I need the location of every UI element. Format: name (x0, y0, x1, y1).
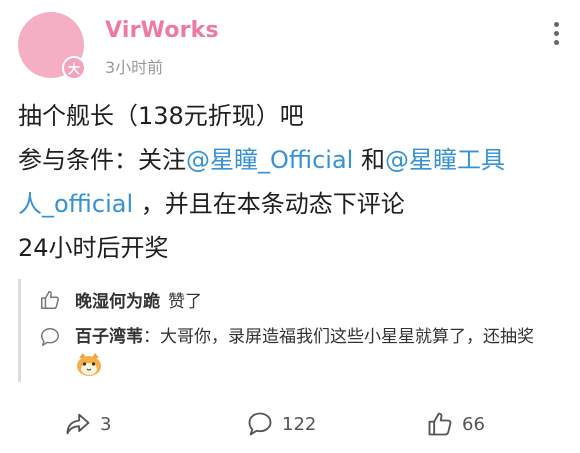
comment-icon (248, 412, 272, 436)
post-line-4: 24小时后开奖 (18, 234, 169, 262)
like-button[interactable]: 66 (426, 410, 485, 438)
post-line-2: 参与条件：关注@星瞳_Official 和@星瞳工具 (18, 138, 566, 182)
share-button[interactable]: 3 (64, 410, 111, 438)
share-icon (66, 413, 90, 435)
post-line-1: 抽个舰长（138元折现）吧 (18, 102, 304, 130)
username[interactable]: VirWorks (105, 18, 219, 43)
comment-separator: ： (143, 327, 160, 347)
post-text: 参与条件：关注 (18, 146, 186, 174)
mention-link[interactable]: @星瞳_Official (186, 146, 353, 174)
comment-button[interactable]: 122 (246, 410, 316, 438)
comment-item: 百子湾苇：大哥你，录屏造福我们这些小星星就算了，还抽奖 (39, 322, 539, 382)
like-notice: 晚湿何为跪 赞了 (39, 287, 202, 312)
comment-count: 122 (282, 413, 317, 435)
post-text: 和 (353, 146, 385, 174)
avatar[interactable]: 大 (18, 12, 86, 80)
post-text: ，并且在本条动态下评论 (133, 190, 405, 218)
like-count: 66 (462, 413, 485, 435)
thumb-up-icon (41, 291, 59, 309)
post-line-3: 人_official ，并且在本条动态下评论 (18, 182, 566, 226)
thumb-up-icon (428, 412, 452, 436)
vip-badge-icon: 大 (62, 56, 86, 80)
comment-preview[interactable]: 晚湿何为跪 赞了 百子湾苇：大哥你，录屏造福我们这些小星星就算了，还抽奖 (18, 279, 554, 382)
comment-text: 大哥你，录屏造福我们这些小星星就算了，还抽奖 (160, 327, 534, 347)
post-content: 抽个舰长（138元折现）吧 参与条件：关注@星瞳_Official 和@星瞳工具… (18, 94, 566, 270)
action-bar: 3 122 66 (0, 400, 580, 450)
share-count: 3 (100, 413, 112, 435)
mention-link[interactable]: @星瞳工具 (385, 146, 505, 174)
commenter-name[interactable]: 百子湾苇 (75, 327, 143, 347)
liker-name[interactable]: 晚湿何为跪 (75, 287, 160, 312)
like-action-text: 赞了 (168, 292, 202, 312)
more-options-icon[interactable] (550, 22, 562, 45)
comment-bubble-icon (41, 328, 59, 346)
post-header: 大 VirWorks 3小时前 (18, 12, 564, 82)
mention-link[interactable]: 人_official (18, 190, 133, 218)
post-timestamp: 3小时前 (105, 58, 164, 77)
cat-emoji-icon (77, 353, 101, 376)
